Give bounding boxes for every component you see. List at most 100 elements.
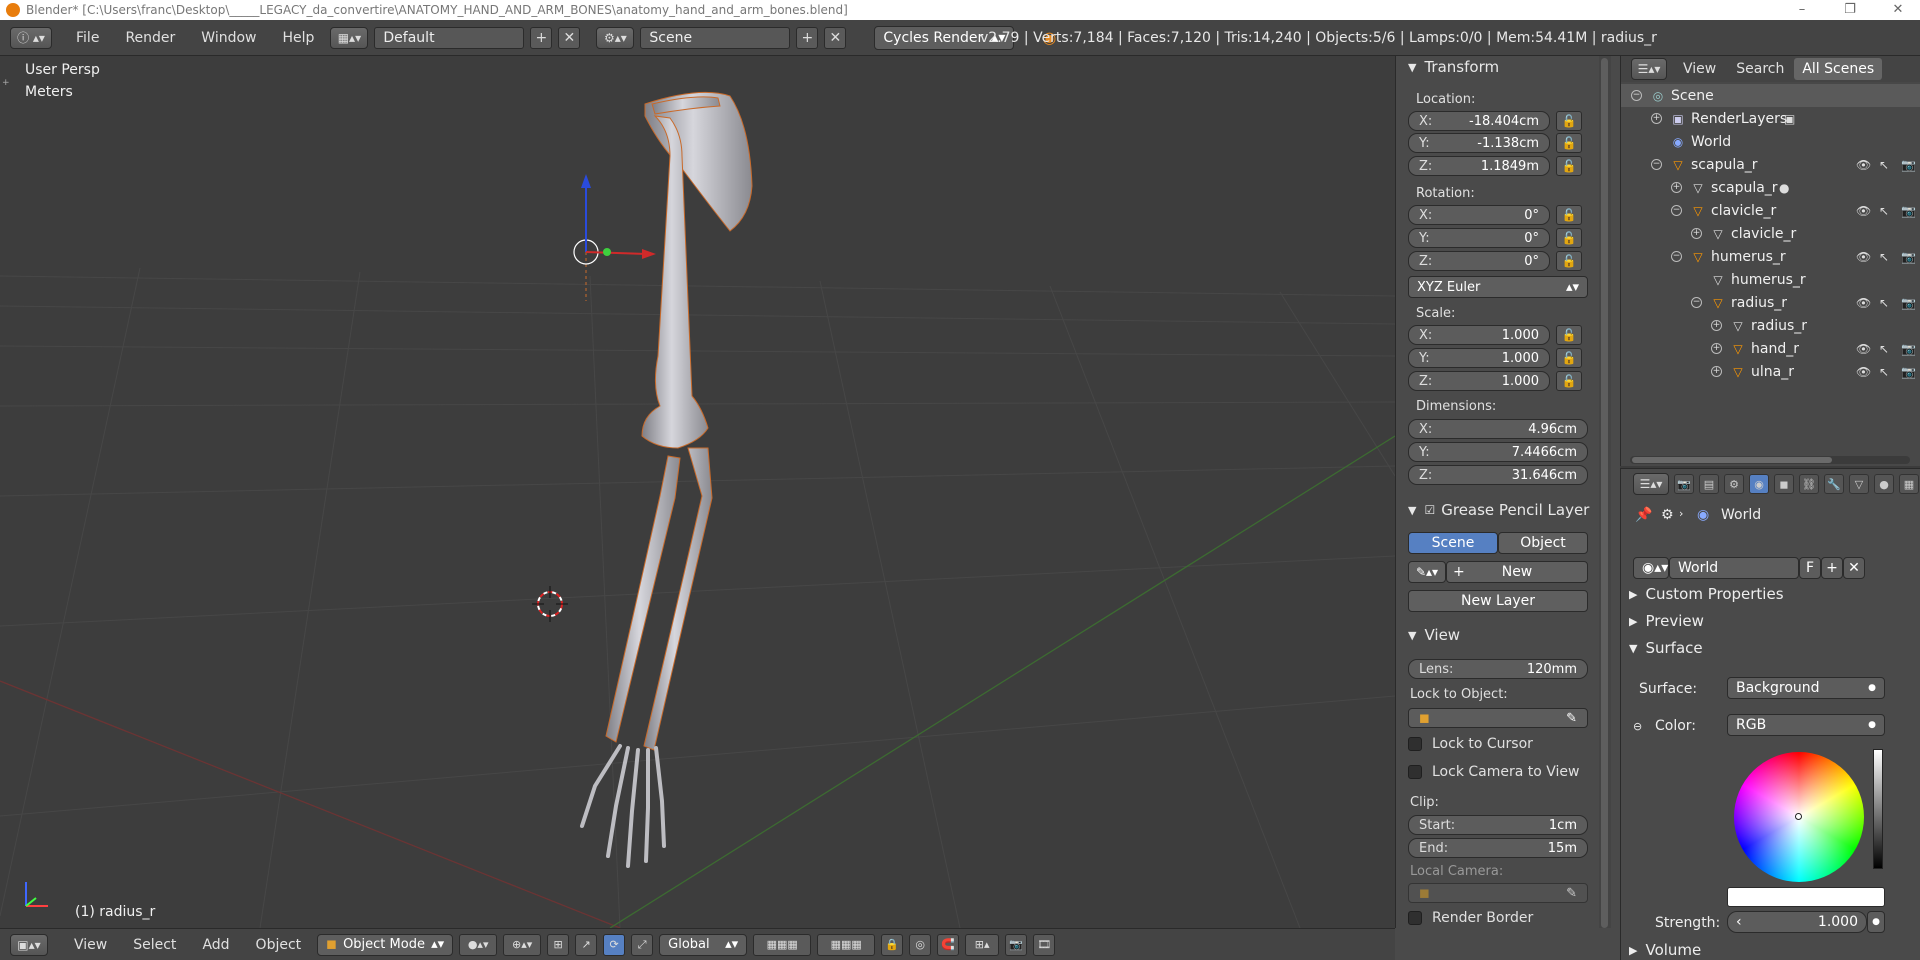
render-camera-icon[interactable]: 📷 xyxy=(1901,365,1916,379)
outliner-row-scene[interactable]: − ◎ Scene xyxy=(1621,84,1920,107)
editor-type-info-button[interactable]: ⓘ ▴▾ xyxy=(10,26,52,49)
menu-object[interactable]: Object xyxy=(246,937,312,953)
collapse-color-icon[interactable]: ⊖ xyxy=(1633,720,1642,733)
restore-icon[interactable]: ❐ xyxy=(1834,0,1866,20)
outliner-row-hand[interactable]: + ▽ hand_r 👁 ↖ 📷 xyxy=(1621,337,1920,360)
render-tab-icon[interactable]: 📷 xyxy=(1674,474,1694,494)
add-world-icon[interactable]: + xyxy=(1821,557,1843,579)
dimensions-z-field[interactable]: Z: 31.646cm xyxy=(1408,465,1588,485)
render-camera-icon[interactable]: 📷 xyxy=(1901,342,1916,356)
lock-icon[interactable]: 🔓 xyxy=(1556,325,1582,345)
outliner-editor-button[interactable]: ☰▴▾ xyxy=(1631,58,1667,80)
color-mode-dropdown[interactable]: RGB ● xyxy=(1727,714,1885,736)
location-z-field[interactable]: Z: 1.1849m xyxy=(1408,156,1550,176)
outliner-search-menu[interactable]: Search xyxy=(1732,61,1788,77)
rotation-x-field[interactable]: X: 0° xyxy=(1408,205,1550,225)
display-mode-dropdown[interactable]: All Scenes xyxy=(1794,58,1883,80)
remove-layout-icon[interactable]: ✕ xyxy=(558,26,581,49)
editor-type-3d-button[interactable]: ▣▴▾ xyxy=(10,933,48,956)
cursor-select-icon[interactable]: ↖ xyxy=(1879,204,1889,218)
world-tab-icon[interactable]: ◉ xyxy=(1749,474,1769,494)
mode-dropdown[interactable]: ◼ Object Mode ▴▾ xyxy=(317,933,454,956)
cursor-select-icon[interactable]: ↖ xyxy=(1879,250,1889,264)
menu-window[interactable]: Window xyxy=(191,30,266,46)
preview-section[interactable]: ▶ Preview xyxy=(1629,610,1909,632)
menu-render[interactable]: Render xyxy=(115,30,185,46)
cursor-select-icon[interactable]: ↖ xyxy=(1879,342,1889,356)
lock-object-field[interactable]: ◼ ✎ xyxy=(1408,708,1588,728)
minimize-icon[interactable]: – xyxy=(1786,0,1818,20)
rotation-z-field[interactable]: Z: 0° xyxy=(1408,251,1550,271)
outliner-row-clavicle-mesh[interactable]: + ▽ clavicle_r xyxy=(1621,222,1920,245)
lock-icon[interactable]: 🔓 xyxy=(1556,133,1582,153)
grease-pencil-panel-header[interactable]: ▼ ☑ Grease Pencil Layer xyxy=(1396,499,1606,521)
checkbox-checked-icon[interactable]: ☑ xyxy=(1424,503,1435,517)
lock-icon[interactable]: 🔓 xyxy=(1556,228,1582,248)
eye-icon[interactable]: 👁 xyxy=(1856,250,1871,264)
render-border-checkbox[interactable]: Render Border xyxy=(1408,910,1533,926)
lock-icon[interactable]: 🔓 xyxy=(1556,348,1582,368)
grease-scene-button[interactable]: Scene xyxy=(1408,532,1498,554)
world-browse-button[interactable]: ◉▴▾ xyxy=(1633,557,1669,579)
clip-end-field[interactable]: End: 15m xyxy=(1408,838,1588,858)
transform-panel-header[interactable]: ▼ Transform xyxy=(1396,56,1596,78)
toolshelf-toggle-icon[interactable]: + xyxy=(2,78,10,88)
location-x-field[interactable]: X: -18.404cm xyxy=(1408,111,1550,131)
volume-section[interactable]: ▶ Volume xyxy=(1629,939,1909,960)
outliner-row-world[interactable]: ◉ World xyxy=(1621,130,1920,153)
eye-icon[interactable]: 👁 xyxy=(1856,204,1871,218)
world-name-field[interactable]: World xyxy=(1669,557,1799,579)
cursor-select-icon[interactable]: ↖ xyxy=(1879,296,1889,310)
eyedropper-icon[interactable]: ✎ xyxy=(1566,711,1577,726)
render-opengl-icon[interactable]: 📷 xyxy=(1005,933,1028,956)
layers-grid-left[interactable]: ▦▦▦ xyxy=(753,933,812,956)
3d-cursor-icon[interactable] xyxy=(530,584,570,624)
layout-browse-button[interactable]: ▦▴▾ xyxy=(330,26,369,49)
eye-icon[interactable]: 👁 xyxy=(1856,342,1871,356)
orientation-dropdown[interactable]: Global ▴▾ xyxy=(659,933,748,956)
arm-bones-model[interactable] xyxy=(420,56,820,916)
lock-icon[interactable]: 🔓 xyxy=(1556,111,1582,131)
cursor-select-icon[interactable]: ↖ xyxy=(1879,365,1889,379)
properties-editor-button[interactable]: ☰▴▾ xyxy=(1633,473,1669,495)
scene-tab-icon[interactable]: ⚙ xyxy=(1724,474,1744,494)
menu-add[interactable]: Add xyxy=(192,937,239,953)
strength-field[interactable]: ‹ 1.000 xyxy=(1727,911,1867,933)
pin-icon[interactable]: 📌 xyxy=(1635,507,1652,523)
constraints-tab-icon[interactable]: ⛓ xyxy=(1799,474,1819,494)
add-scene-icon[interactable]: + xyxy=(796,26,819,49)
snap-icon[interactable]: 🧲 xyxy=(937,933,960,956)
scene-name-field[interactable]: Scene xyxy=(640,26,791,49)
scale-x-field[interactable]: X: 1.000 xyxy=(1408,325,1550,345)
pivot-point-button[interactable]: ⊕▴▾ xyxy=(503,933,542,956)
translate-manipulator-icon[interactable]: ↗ xyxy=(575,933,598,956)
strength-node-icon[interactable]: ● xyxy=(1867,911,1885,933)
layers-grid-right[interactable]: ▦▦▦ xyxy=(817,933,876,956)
outliner-row-humerus[interactable]: − ▽ humerus_r 👁 ↖ 📷 xyxy=(1621,245,1920,268)
dimensions-x-field[interactable]: X: 4.96cm xyxy=(1408,419,1588,439)
menu-help[interactable]: Help xyxy=(272,30,324,46)
proportional-edit-icon[interactable]: ◎ xyxy=(909,933,932,956)
render-layers-tab-icon[interactable]: ▤ xyxy=(1699,474,1719,494)
color-picker-handle[interactable] xyxy=(1795,813,1802,820)
viewport-shading-button[interactable]: ●▴▾ xyxy=(459,933,498,956)
menu-file[interactable]: File xyxy=(66,30,109,46)
outliner-row-renderlayers[interactable]: + ▣ RenderLayers ▣ xyxy=(1621,107,1920,130)
rotation-y-field[interactable]: Y: 0° xyxy=(1408,228,1550,248)
object-tab-icon[interactable]: ◼ xyxy=(1774,474,1794,494)
rotate-manipulator-icon[interactable]: ⟳ xyxy=(603,933,626,956)
render-camera-icon[interactable]: 📷 xyxy=(1901,296,1916,310)
menu-view[interactable]: View xyxy=(64,937,117,953)
render-camera-icon[interactable]: 📷 xyxy=(1901,204,1916,218)
eye-icon[interactable]: 👁 xyxy=(1856,158,1871,172)
lock-camera-checkbox[interactable]: Lock Camera to View xyxy=(1408,764,1580,780)
scale-manipulator-icon[interactable]: ⤢ xyxy=(631,933,654,956)
fake-user-button[interactable]: F xyxy=(1799,557,1821,579)
view-panel-header[interactable]: ▼ View xyxy=(1396,624,1596,646)
3d-viewport[interactable]: User Persp Meters (1) radius_r + xyxy=(0,56,1395,928)
outliner-scrollbar[interactable] xyxy=(1630,456,1910,464)
render-anim-icon[interactable]: 🎞 xyxy=(1033,933,1056,956)
pencil-icon[interactable]: ✎▴▾ xyxy=(1408,561,1446,583)
dimensions-y-field[interactable]: Y: 7.4466cm xyxy=(1408,442,1588,462)
scale-z-field[interactable]: Z: 1.000 xyxy=(1408,371,1550,391)
